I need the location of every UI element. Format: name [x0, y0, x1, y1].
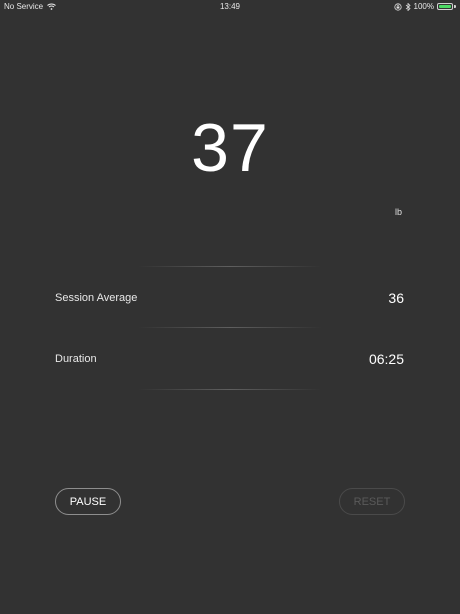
battery-percent: 100%: [413, 2, 434, 11]
battery-tip: [454, 5, 456, 8]
status-bar: No Service 13:49 100%: [0, 0, 460, 14]
bluetooth-icon: [405, 2, 411, 11]
reset-button[interactable]: RESET: [339, 488, 405, 515]
battery-icon: [437, 3, 453, 10]
rotation-lock-icon: [393, 2, 402, 11]
status-right: 100%: [393, 2, 456, 11]
session-average-value: 36: [388, 290, 404, 306]
current-weight-value: 37: [191, 110, 269, 186]
divider-top: [138, 266, 322, 267]
pause-button[interactable]: PAUSE: [55, 488, 121, 515]
weight-unit: lb: [394, 207, 402, 217]
duration-label: Duration: [55, 353, 97, 365]
divider-middle: [138, 327, 322, 328]
status-time: 13:49: [219, 2, 241, 11]
session-average-label: Session Average: [55, 292, 138, 304]
divider-bottom: [138, 389, 322, 390]
battery-fill: [439, 5, 451, 8]
duration-value: 06:25: [368, 351, 404, 367]
